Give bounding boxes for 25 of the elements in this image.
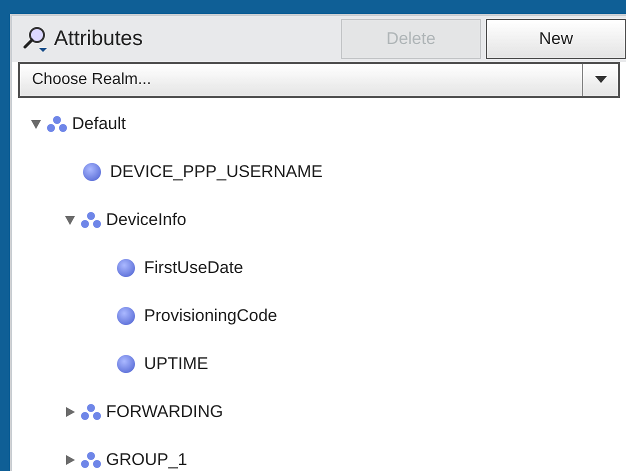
realm-dropdown[interactable]: Choose Realm... xyxy=(18,62,620,98)
tree-item[interactable]: GROUP_1 xyxy=(106,447,188,471)
group-icon xyxy=(80,403,102,421)
tree-item[interactable]: ProvisioningCode xyxy=(144,303,278,329)
tree-item[interactable]: FirstUseDate xyxy=(144,255,244,281)
collapsed-triangle-icon[interactable] xyxy=(64,454,76,466)
tree-item[interactable]: Default xyxy=(72,111,126,137)
attribute-icon xyxy=(116,258,136,278)
group-icon xyxy=(80,451,102,469)
panel-title: Attributes xyxy=(54,26,143,52)
tree-item[interactable]: DEVICE_PPP_USERNAME xyxy=(110,159,323,185)
group-icon xyxy=(46,115,68,133)
attribute-icon xyxy=(82,162,102,182)
search-icon xyxy=(22,25,50,53)
tree-item[interactable]: FORWARDING xyxy=(106,399,224,425)
attribute-icon xyxy=(116,354,136,374)
tree-item[interactable]: UPTIME xyxy=(144,351,208,377)
attribute-icon xyxy=(116,306,136,326)
group-icon xyxy=(80,211,102,229)
collapsed-triangle-icon[interactable] xyxy=(64,406,76,418)
new-button[interactable]: New xyxy=(486,19,626,59)
tree-item[interactable]: DeviceInfo xyxy=(106,207,186,233)
expanded-triangle-icon[interactable] xyxy=(30,118,42,130)
dropdown-arrow-icon xyxy=(594,76,606,84)
expanded-triangle-icon[interactable] xyxy=(64,214,76,226)
